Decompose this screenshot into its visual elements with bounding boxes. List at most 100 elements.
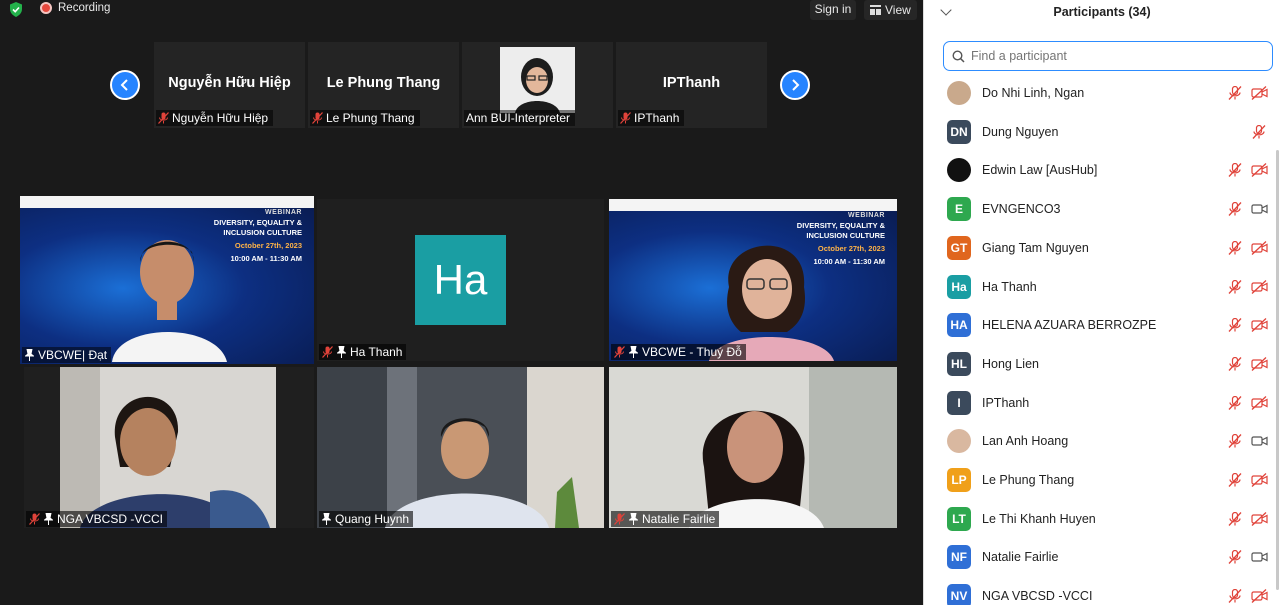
mic-muted-icon[interactable]	[1228, 473, 1242, 487]
participant-row[interactable]: Ha Ha Thanh	[924, 268, 1280, 306]
participant-row[interactable]: NV NGA VBCSD -VCCI	[924, 577, 1280, 605]
view-label: View	[885, 3, 911, 17]
participant-label-text: VBCWE - Thuý Đỗ	[642, 345, 742, 359]
participant-row[interactable]: E EVNGENCO3	[924, 190, 1280, 228]
participant-row[interactable]: LT Le Thi Khanh Huyen	[924, 500, 1280, 538]
pin-icon	[337, 346, 346, 358]
participant-name: Ha Thanh	[982, 279, 1037, 294]
participant-row[interactable]: Do Nhi Linh, Ngan	[924, 74, 1280, 112]
video-tile[interactable]: Quang Huynh	[317, 367, 604, 528]
previous-page-button[interactable]	[110, 70, 140, 100]
participant-avatar: NV	[947, 584, 971, 605]
participant-row[interactable]: Edwin Law [AusHub]	[924, 151, 1280, 189]
pin-icon	[629, 346, 638, 358]
filmstrip-tile[interactable]: IPThanh IPThanh	[616, 42, 767, 128]
camera-off-icon[interactable]	[1251, 356, 1268, 371]
participant-row[interactable]: GT Giang Tam Nguyen	[924, 229, 1280, 267]
chevron-left-icon	[120, 79, 128, 91]
participant-video	[609, 367, 897, 528]
participant-avatar	[947, 158, 971, 183]
participant-avatar: NF	[947, 545, 971, 570]
participant-video	[112, 240, 227, 362]
camera-off-icon[interactable]	[1251, 589, 1268, 604]
video-tile[interactable]: WEBINAR DIVERSITY, EQUALITY & INCLUSION …	[609, 199, 897, 361]
search-icon	[952, 49, 965, 63]
mic-muted-icon[interactable]	[1228, 279, 1242, 294]
meeting-area: Recording Sign in View Nguyễn Hữu Hiệp N…	[0, 0, 923, 605]
mic-muted-icon[interactable]	[1228, 395, 1242, 410]
participant-row[interactable]: HL Hong Lien	[924, 345, 1280, 383]
participant-avatar	[947, 429, 971, 454]
participant-avatar: LP	[947, 468, 971, 492]
mic-muted-icon[interactable]	[1228, 318, 1242, 333]
participant-row[interactable]: Lan Anh Hoang	[924, 422, 1280, 460]
participant-name: NGA VBCSD -VCCI	[982, 589, 1093, 604]
mic-muted-icon	[322, 346, 333, 358]
participants-panel: Participants (34) Do Nhi Linh, Ngan DN Dun…	[923, 0, 1280, 605]
top-bar: Recording Sign in View	[0, 0, 923, 20]
video-tile[interactable]: Natalie Fairlie	[609, 367, 897, 528]
filmstrip-tile[interactable]: Nguyễn Hữu Hiệp Nguyễn Hữu Hiệp	[154, 42, 305, 128]
filmstrip-tile[interactable]: Ann BUI-Interpreter	[462, 42, 613, 128]
video-tile[interactable]: Ha Ha Thanh	[317, 199, 604, 361]
security-shield-icon[interactable]	[9, 2, 23, 17]
recording-dot-icon	[40, 2, 52, 14]
video-tile[interactable]: NGA VBCSD -VCCI	[24, 367, 314, 528]
mic-muted-icon[interactable]	[1228, 202, 1242, 217]
participant-name: Le Thi Khanh Huyen	[982, 511, 1096, 526]
mic-muted-icon[interactable]	[1228, 589, 1242, 604]
participant-label-text: Quang Huynh	[335, 512, 410, 526]
participant-search[interactable]	[943, 41, 1273, 71]
participant-label-text: Ann BUI-Interpreter	[466, 111, 571, 125]
camera-off-icon[interactable]	[1251, 473, 1268, 487]
mic-muted-icon[interactable]	[1228, 356, 1242, 371]
pin-icon	[322, 513, 331, 525]
participant-name-large: Le Phung Thang	[326, 75, 441, 91]
participant-name-large: Nguyễn Hữu Hiệp	[168, 75, 291, 91]
camera-off-icon[interactable]	[1251, 395, 1268, 410]
camera-off-icon[interactable]	[1251, 163, 1268, 178]
mic-muted-icon[interactable]	[1228, 163, 1242, 178]
mic-muted-icon[interactable]	[1228, 240, 1242, 255]
participant-row[interactable]: I IPThanh	[924, 384, 1280, 422]
camera-on-icon[interactable]	[1251, 550, 1268, 564]
mic-muted-icon	[158, 112, 169, 124]
participant-name: Lan Anh Hoang	[982, 434, 1069, 449]
recording-indicator[interactable]: Recording	[40, 2, 110, 14]
participant-row[interactable]: LP Le Phung Thang	[924, 461, 1280, 499]
participant-label-text: IPThanh	[634, 111, 680, 125]
participant-avatar: I	[947, 390, 971, 415]
camera-on-icon[interactable]	[1251, 202, 1268, 216]
banner-logo-strip	[20, 196, 314, 208]
camera-off-icon[interactable]	[1251, 318, 1268, 333]
next-page-button[interactable]	[780, 70, 810, 100]
participant-video	[317, 367, 604, 528]
filmstrip-tile[interactable]: Le Phung Thang Le Phung Thang	[308, 42, 459, 128]
camera-off-icon[interactable]	[1251, 240, 1268, 255]
sign-in-button[interactable]: Sign in	[810, 0, 856, 20]
participant-row[interactable]: HA HELENA AZUARA BERROZPE	[924, 306, 1280, 344]
participant-row[interactable]: DN Dung Nguyen	[924, 113, 1280, 151]
video-tile-active-speaker[interactable]: WEBINAR DIVERSITY, EQUALITY & INCLUSION …	[20, 196, 314, 364]
mic-muted-icon[interactable]	[1228, 550, 1242, 565]
mic-muted-icon[interactable]	[1228, 511, 1242, 526]
interpreter-video-icon	[500, 47, 575, 113]
participant-label-text: VBCWE| Đạt	[38, 348, 108, 362]
participant-avatar: Ha	[947, 274, 971, 299]
mic-muted-icon[interactable]	[1252, 124, 1266, 139]
participant-row[interactable]: NF Natalie Fairlie	[924, 538, 1280, 576]
participant-avatar: GT	[947, 235, 971, 260]
search-input[interactable]	[971, 49, 1261, 63]
view-button[interactable]: View	[864, 0, 917, 20]
camera-off-icon[interactable]	[1251, 279, 1268, 294]
camera-on-icon[interactable]	[1251, 434, 1268, 448]
mic-muted-icon[interactable]	[1228, 434, 1242, 449]
participant-label-text: NGA VBCSD -VCCI	[57, 512, 164, 526]
camera-off-icon[interactable]	[1251, 86, 1268, 100]
scrollbar[interactable]	[1276, 150, 1279, 590]
participant-video	[709, 245, 834, 361]
mic-muted-icon[interactable]	[1228, 86, 1242, 100]
camera-off-icon[interactable]	[1251, 511, 1268, 526]
participant-avatar: Ha	[415, 235, 506, 325]
participant-label: Natalie Fairlie	[611, 511, 720, 527]
